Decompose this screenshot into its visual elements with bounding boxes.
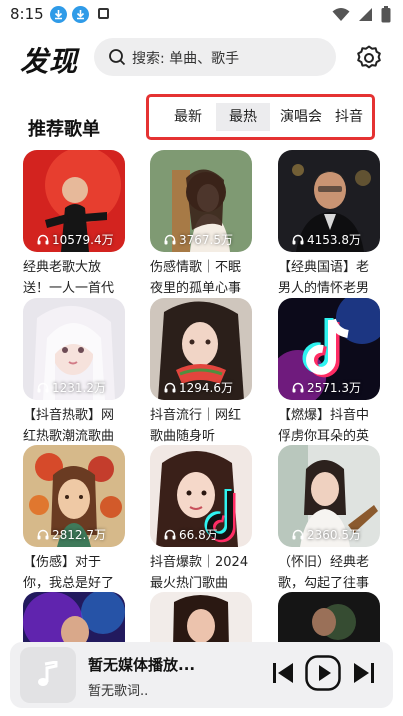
playlist-cover[interactable]: 2360.5万 [278, 445, 380, 547]
play-count-value: 1231.2万 [52, 381, 106, 395]
playlist-title: 经典老歌大放送！一人一首代 [23, 260, 115, 296]
player-artwork[interactable] [20, 647, 76, 703]
play-count-value: 2571.3万 [307, 381, 361, 395]
playlist-cover[interactable]: 1231.2万 [23, 298, 125, 400]
play-count: 4153.8万 [292, 231, 361, 248]
download-icon [72, 6, 89, 23]
playlist-cover[interactable]: 10579.4万 [23, 150, 125, 252]
play-count: 3767.5万 [164, 231, 233, 248]
headphones-icon [37, 234, 49, 245]
playlist-card[interactable]: 1294.6万 抖音流行｜网红歌曲随身听 [150, 298, 254, 447]
download-icon [50, 6, 67, 23]
settings-gear-icon[interactable] [355, 44, 383, 72]
headphones-icon [292, 382, 304, 393]
headphones-icon [292, 234, 304, 245]
playlist-title: 抖音爆款｜2024最火热门歌曲 [150, 555, 249, 591]
playlist-cover[interactable]: 2812.7万 [23, 445, 125, 547]
playlist-title: 【伤感】对于你，我总是好了 [23, 555, 115, 591]
headphones-icon [164, 382, 176, 393]
headphones-icon [37, 382, 49, 393]
tab-douyin[interactable]: 抖音 [335, 103, 372, 131]
playlist-cover[interactable]: 1294.6万 [150, 298, 252, 400]
playlist-title: 【抖音热歌】网红热歌潮流歌曲 [23, 408, 115, 444]
play-count: 2571.3万 [292, 379, 361, 396]
mini-player[interactable]: 暂无媒体播放... 暂无歌词.. [10, 642, 393, 708]
playlist-title: 伤感情歌｜不眠夜里的孤单心事 [150, 260, 242, 296]
headphones-icon [164, 234, 176, 245]
category-tabs: 最新 最热 演唱会 抖音 [146, 94, 375, 140]
tab-newest[interactable]: 最新 [161, 103, 215, 131]
playlist-cover[interactable]: 3767.5万 [150, 150, 252, 252]
play-count-value: 10579.4万 [52, 233, 114, 247]
play-count: 2812.7万 [37, 526, 106, 543]
playlist-card[interactable]: 10579.4万 经典老歌大放送！一人一首代 [23, 150, 127, 299]
music-note-icon [38, 661, 58, 686]
search-placeholder: 搜索: 单曲、歌手 [132, 51, 240, 67]
header: 发现 搜索: 单曲、歌手 [0, 36, 403, 80]
headphones-icon [164, 529, 176, 540]
play-count: 1294.6万 [164, 379, 233, 396]
next-track-icon[interactable] [351, 660, 377, 686]
wifi-icon [332, 8, 350, 21]
tab-hottest[interactable]: 最热 [216, 103, 270, 131]
status-time: 8:15 [10, 5, 44, 23]
player-lyric: 暂无歌词.. [88, 684, 149, 699]
playlist-cover[interactable]: 2571.3万 [278, 298, 380, 400]
play-count-value: 2812.7万 [52, 528, 106, 542]
tab-concert[interactable]: 演唱会 [274, 103, 328, 131]
playlist-card[interactable]: 2812.7万 【伤感】对于你，我总是好了 [23, 445, 127, 594]
play-count: 2360.5万 [292, 526, 361, 543]
playlist-card[interactable]: 2360.5万 （怀旧）经典老歌，勾起了往事 [278, 445, 382, 594]
search-icon [109, 49, 126, 66]
play-count: 66.8万 [164, 526, 218, 543]
play-count-value: 4153.8万 [307, 233, 361, 247]
headphones-icon [292, 529, 304, 540]
play-count-value: 2360.5万 [307, 528, 361, 542]
previous-track-icon[interactable] [270, 660, 296, 686]
playlist-card[interactable]: 4153.8万 【经典国语】老男人的情怀老男 [278, 150, 382, 299]
playlist-cover[interactable]: 4153.8万 [278, 150, 380, 252]
page-logo: 发现 [20, 45, 79, 78]
playlist-title: 【燃爆】抖音中俘虏你耳朵的英 [278, 408, 370, 444]
playlist-card[interactable]: 2571.3万 【燃爆】抖音中俘虏你耳朵的英 [278, 298, 382, 447]
play-count: 1231.2万 [37, 379, 106, 396]
play-icon[interactable] [305, 655, 341, 691]
playlist-cover[interactable]: 66.8万 [150, 445, 252, 547]
headphones-icon [37, 529, 49, 540]
battery-icon [381, 6, 391, 23]
playlist-title: 【经典国语】老男人的情怀老男 [278, 260, 370, 296]
section-title: 推荐歌单 [28, 119, 100, 140]
playlist-card[interactable]: 1231.2万 【抖音热歌】网红热歌潮流歌曲 [23, 298, 127, 447]
play-count: 10579.4万 [37, 231, 114, 248]
search-bar[interactable]: 搜索: 单曲、歌手 [94, 38, 336, 76]
player-title: 暂无媒体播放... [88, 656, 196, 674]
status-bar: 8:15 [0, 0, 403, 30]
playlist-card[interactable]: 66.8万 抖音爆款｜2024最火热门歌曲 [150, 445, 254, 594]
play-count-value: 3767.5万 [179, 233, 233, 247]
signal-icon [359, 8, 372, 21]
play-count-value: 1294.6万 [179, 381, 233, 395]
notification-square-icon [98, 8, 109, 19]
playlist-title: （怀旧）经典老歌，勾起了往事 [278, 555, 370, 591]
playlist-card[interactable]: 3767.5万 伤感情歌｜不眠夜里的孤单心事 [150, 150, 254, 299]
playlist-title: 抖音流行｜网红歌曲随身听 [150, 408, 242, 444]
play-count-value: 66.8万 [179, 528, 218, 542]
